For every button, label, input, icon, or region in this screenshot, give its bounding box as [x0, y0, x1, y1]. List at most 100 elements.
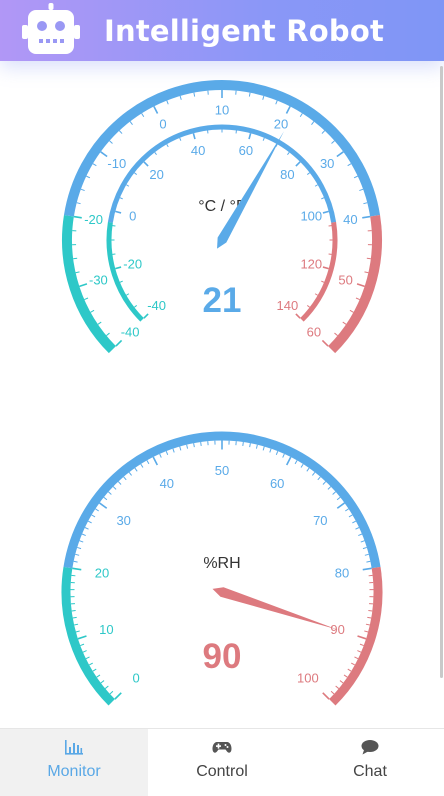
humidity-major-tick	[337, 503, 344, 508]
celsius-minor-tick	[130, 121, 132, 124]
humidity-minor-tick	[89, 663, 93, 665]
fahrenheit-major-tick	[144, 314, 148, 318]
celsius-major-tick	[322, 340, 328, 346]
humidity-minor-tick	[355, 527, 359, 529]
fahrenheit-minor-tick	[126, 294, 129, 296]
humidity-tick-label: 30	[116, 513, 130, 528]
celsius-minor-tick	[363, 203, 367, 204]
humidity-minor-tick	[104, 497, 107, 500]
temperature-gauge: -40-30-20-100102030405060-40-20020406080…	[0, 70, 444, 370]
celsius-minor-tick	[91, 310, 95, 312]
celsius-minor-tick	[109, 141, 112, 144]
celsius-minor-tick	[167, 101, 168, 105]
humidity-tick-label: 70	[313, 513, 327, 528]
fahrenheit-tick-label: 40	[191, 143, 205, 158]
chat-bubble-icon	[360, 739, 380, 755]
fahrenheit-major-tick	[115, 211, 121, 213]
fahrenheit-major-tick	[249, 133, 251, 139]
fahrenheit-minor-tick	[167, 144, 169, 147]
fahrenheit-minor-tick	[134, 173, 136, 175]
celsius-minor-tick	[322, 131, 325, 134]
tab-chat[interactable]: Chat	[296, 729, 444, 796]
celsius-minor-tick	[194, 93, 195, 97]
tab-monitor-label: Monitor	[0, 763, 148, 781]
humidity-minor-tick	[331, 691, 334, 694]
celsius-tick-label: 10	[215, 103, 229, 118]
humidity-minor-tick	[328, 487, 331, 490]
tab-control-label: Control	[148, 763, 296, 781]
celsius-minor-tick	[354, 176, 358, 178]
humidity-minor-tick	[93, 669, 96, 671]
humidity-minor-tick	[256, 445, 257, 449]
humidity-minor-tick	[270, 449, 271, 453]
celsius-major-tick	[74, 217, 82, 218]
tab-monitor[interactable]: Monitor	[0, 729, 148, 796]
humidity-minor-tick	[276, 451, 277, 455]
humidity-minor-tick	[366, 624, 370, 625]
humidity-minor-tick	[88, 521, 92, 523]
humidity-minor-tick	[194, 443, 195, 447]
humidity-minor-tick	[243, 442, 244, 446]
humidity-minor-tick	[318, 477, 321, 480]
humidity-minor-tick	[312, 472, 314, 475]
humidity-minor-tick	[333, 492, 336, 495]
humidity-minor-tick	[336, 686, 339, 689]
celsius-major-tick	[101, 152, 107, 157]
humidity-minor-tick	[361, 541, 365, 542]
tab-chat-label: Chat	[296, 763, 444, 781]
humidity-minor-tick	[82, 534, 86, 536]
humidity-minor-tick	[166, 451, 167, 455]
fahrenheit-minor-tick	[155, 152, 157, 154]
humidity-minor-tick	[141, 464, 143, 467]
humidity-minor-tick	[80, 644, 84, 645]
celsius-tick-label: -20	[84, 212, 103, 227]
humidity-tick-label: 0	[132, 670, 139, 685]
fahrenheit-major-tick	[193, 133, 195, 139]
humidity-tick-label: 10	[99, 622, 113, 637]
humidity-minor-tick	[187, 445, 188, 449]
humidity-major-tick	[99, 503, 106, 508]
humidity-minor-tick	[360, 644, 364, 645]
celsius-minor-tick	[76, 272, 80, 273]
humidity-minor-tick	[101, 681, 104, 683]
humidity-major-tick	[287, 457, 291, 465]
tab-control[interactable]: Control	[148, 729, 296, 796]
fahrenheit-major-tick	[296, 162, 300, 166]
fahrenheit-tick-label: -20	[123, 256, 142, 271]
fahrenheit-minor-tick	[307, 173, 309, 175]
humidity-minor-tick	[283, 454, 285, 458]
humidity-minor-tick	[110, 691, 113, 694]
celsius-tick-label: -40	[121, 324, 140, 339]
robot-icon	[22, 3, 80, 55]
humidity-minor-tick	[345, 509, 348, 511]
humidity-minor-tick	[147, 460, 149, 463]
fahrenheit-minor-tick	[120, 198, 123, 199]
celsius-major-tick	[154, 106, 158, 113]
celsius-tick-label: -30	[89, 273, 108, 288]
celsius-major-tick	[116, 340, 122, 346]
humidity-minor-tick	[180, 447, 181, 451]
humidity-minor-tick	[113, 487, 116, 490]
humidity-minor-tick	[74, 624, 78, 625]
humidity-tick-label: 80	[335, 566, 349, 581]
fahrenheit-tick-label: 0	[129, 209, 136, 224]
celsius-tick-label: 60	[307, 324, 321, 339]
humidity-major-tick	[78, 636, 87, 639]
humidity-minor-tick	[307, 468, 309, 471]
fahrenheit-minor-tick	[180, 138, 181, 141]
celsius-minor-tick	[73, 258, 77, 259]
fahrenheit-minor-tick	[307, 305, 309, 307]
humidity-minor-tick	[160, 454, 162, 458]
celsius-minor-tick	[180, 96, 181, 100]
celsius-tick-label: 50	[338, 273, 352, 288]
fahrenheit-tick-label: 20	[149, 167, 163, 182]
celsius-tick-label: 0	[159, 117, 166, 132]
humidity-minor-tick	[118, 482, 121, 485]
celsius-minor-tick	[119, 131, 122, 134]
celsius-tick-label: 40	[343, 212, 357, 227]
celsius-major-tick	[286, 106, 290, 113]
humidity-gauge: 0102030405060708090100%RH90	[0, 420, 444, 720]
app-header: Intelligent Robot	[0, 0, 444, 61]
fahrenheit-major-tick	[323, 211, 329, 213]
fahrenheit-tick-label: 60	[239, 143, 253, 158]
